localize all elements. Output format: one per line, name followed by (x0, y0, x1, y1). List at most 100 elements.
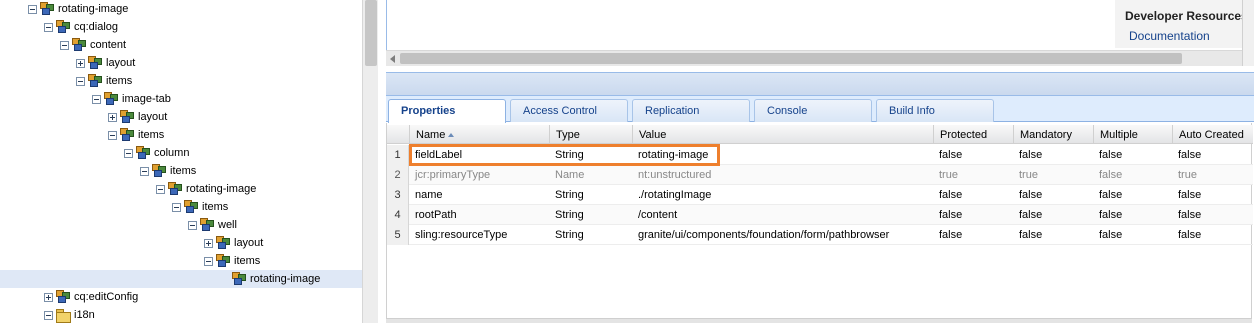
tree-node-label: items (202, 201, 229, 213)
collapse-icon[interactable] (156, 184, 165, 194)
tree-node-label: items (138, 129, 165, 141)
collapse-icon[interactable] (60, 40, 69, 50)
tree-node-label: rotating-image (250, 273, 321, 285)
cell-name: fieldLabel (415, 149, 463, 161)
cell-name: rootPath (415, 209, 457, 221)
cell-type: String (555, 149, 584, 161)
column-header-multiple[interactable]: Multiple (1093, 125, 1172, 144)
grid-bottom-bar (386, 318, 1252, 323)
tree-node[interactable]: rotating-image (0, 0, 362, 18)
cell-type: Name (555, 169, 585, 181)
table-row[interactable]: 5 sling:resourceType String granite/ui/comp… (387, 225, 1253, 245)
collapse-icon[interactable] (172, 202, 181, 212)
column-header-protected[interactable]: Protected (933, 125, 1013, 144)
tab-console[interactable]: Console (754, 99, 872, 122)
column-header-auto-created[interactable]: Auto Created (1172, 125, 1253, 144)
cell-multiple: false (1099, 169, 1123, 181)
cell-multiple: false (1099, 189, 1123, 201)
cell-multiple: false (1099, 209, 1123, 221)
table-row[interactable]: 3 name String ./rotatingImage false false fals… (387, 185, 1253, 205)
column-header-value[interactable]: Value (632, 125, 933, 144)
collapse-icon[interactable] (188, 220, 197, 230)
row-number: 5 (387, 225, 409, 245)
developer-resources-title: Developer Resources (1125, 9, 1248, 23)
cell-protected: false (939, 229, 963, 241)
content-tree: rotating-image cq:dialog content layout item… (0, 0, 362, 323)
expand-icon[interactable] (108, 112, 117, 122)
tree-node[interactable]: layout (0, 234, 362, 252)
tree-node[interactable]: layout (0, 108, 362, 126)
node-icon (87, 56, 103, 70)
frame-vertical-scrollbar[interactable] (1242, 0, 1254, 66)
table-row[interactable]: 4 rootPath String/content false false false fa… (387, 205, 1253, 225)
collapse-icon[interactable] (44, 310, 53, 320)
node-icon (215, 254, 231, 268)
tree-node[interactable]: items (0, 198, 362, 216)
cell-mandatory: false (1019, 149, 1043, 161)
cell-multiple: false (1099, 229, 1123, 241)
expand-icon[interactable] (44, 292, 53, 302)
node-icon (55, 290, 71, 304)
column-header-type[interactable]: Type (549, 125, 632, 144)
tree-node-label: items (234, 255, 261, 267)
collapse-icon[interactable] (140, 166, 149, 176)
cell-value: /content (638, 209, 678, 221)
expand-icon[interactable] (76, 58, 85, 68)
frame-horizontal-scrollbar[interactable] (386, 50, 1242, 66)
table-row[interactable]: 2 jcr:primaryType Name nt:unstructured true t… (387, 165, 1253, 185)
documentation-link[interactable]: Documentation (1129, 29, 1210, 43)
scroll-left-arrow-icon[interactable] (390, 55, 395, 63)
collapse-icon[interactable] (76, 76, 85, 86)
tree-node[interactable]: items (0, 252, 362, 270)
cell-multiple: false (1099, 149, 1123, 161)
panel-header-bar (386, 72, 1254, 96)
tree-node[interactable]: cq:editConfig (0, 288, 362, 306)
tab-replication[interactable]: Replication (632, 99, 750, 122)
expand-icon[interactable] (204, 238, 213, 248)
tab-build-info[interactable]: Build Info (876, 99, 994, 122)
tree-node[interactable]: layout (0, 54, 362, 72)
tree-node-label: layout (138, 111, 168, 123)
tree-node[interactable]: i18n (0, 306, 362, 323)
tree-node[interactable]: items (0, 126, 362, 144)
tree-node[interactable]: image-tab (0, 90, 362, 108)
cell-protected: false (939, 149, 963, 161)
column-header-name[interactable]: Name (409, 125, 549, 144)
tree-node-label: i18n (74, 309, 95, 321)
properties-tabstrip: Properties Access Control Replication Co… (386, 96, 1254, 123)
cell-protected: false (939, 189, 963, 201)
column-header-mandatory[interactable]: Mandatory (1013, 125, 1093, 144)
node-icon (55, 20, 71, 34)
collapse-icon[interactable] (92, 94, 101, 104)
row-number: 2 (387, 165, 409, 185)
tree-scrollbar-thumb[interactable] (365, 0, 377, 66)
cell-value: nt:unstructured (638, 169, 712, 181)
collapse-icon[interactable] (28, 4, 37, 14)
node-icon (87, 74, 103, 88)
tree-node[interactable]: rotating-image (0, 270, 362, 288)
tree-node[interactable]: items (0, 162, 362, 180)
collapse-icon[interactable] (108, 130, 117, 140)
node-icon (231, 272, 247, 286)
tree-node[interactable]: items (0, 72, 362, 90)
table-row[interactable]: 1 fieldLabel String rotating-image false fals… (387, 145, 1253, 165)
cell-type: String (555, 189, 584, 201)
tab-properties[interactable]: Properties (388, 99, 506, 123)
frame-scrollbar-thumb[interactable] (400, 53, 1182, 64)
collapse-icon[interactable] (44, 22, 53, 32)
collapse-icon[interactable] (204, 256, 213, 266)
tree-node-label: image-tab (122, 93, 171, 105)
tree-node-label: column (154, 147, 190, 159)
tree-node[interactable]: column (0, 144, 362, 162)
cell-protected: false (939, 209, 963, 221)
collapse-icon[interactable] (124, 148, 133, 158)
cell-name: sling:resourceType (415, 229, 508, 241)
properties-grid: Name Type Value Protected Mandatory Mult… (386, 123, 1253, 323)
cell-name: name (415, 189, 443, 201)
tree-vertical-scrollbar[interactable] (362, 0, 378, 323)
tree-node[interactable]: well (0, 216, 362, 234)
tab-access-control[interactable]: Access Control (510, 99, 628, 122)
tree-node[interactable]: content (0, 36, 362, 54)
tree-node[interactable]: rotating-image (0, 180, 362, 198)
tree-node[interactable]: cq:dialog (0, 18, 362, 36)
